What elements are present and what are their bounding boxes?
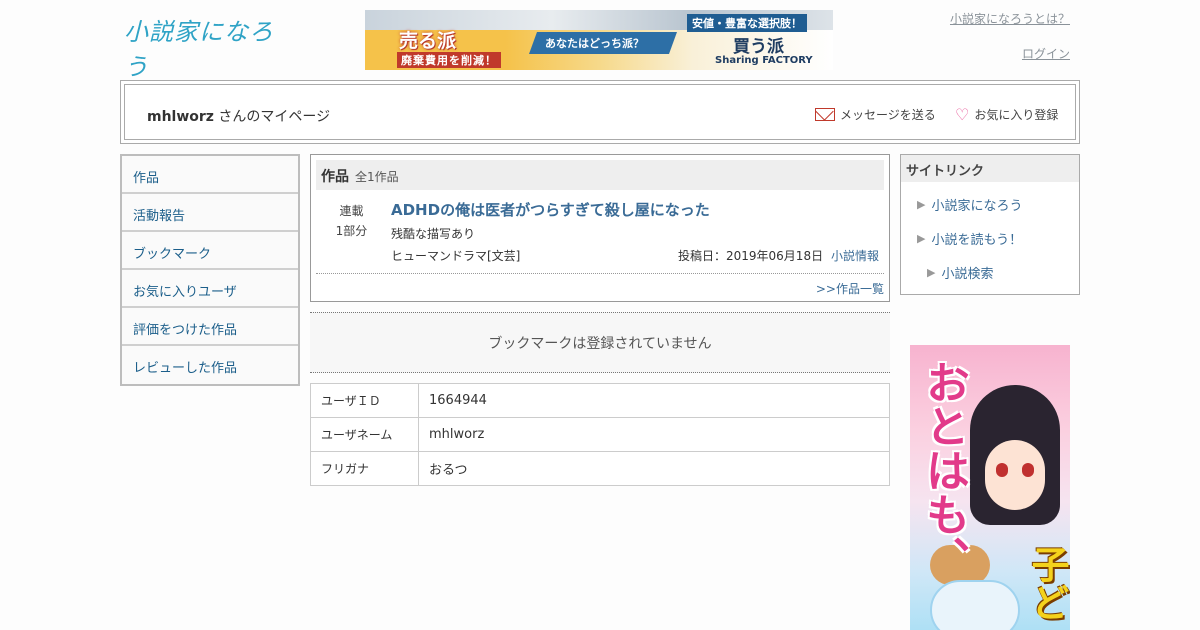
works-divider [316, 273, 884, 274]
user-bar: mhlworz さんのマイページ メッセージを送る ♡ お気に入り登録 [120, 80, 1080, 144]
ad-main-text: おとはも、 [918, 360, 969, 580]
triangle-right-icon: ▶ [927, 266, 936, 279]
menu-item-fav-users[interactable]: お気に入りユーザ [122, 270, 298, 308]
profile-key-username: ユーザネーム [310, 417, 419, 452]
sitelink-label: 小説検索 [941, 267, 994, 282]
send-message-button[interactable]: メッセージを送る [815, 106, 936, 123]
banner-brand: Sharing FACTORY [715, 55, 813, 66]
table-row: ユーザＩＤ 1664944 [310, 383, 890, 418]
menu-item-works[interactable]: 作品 [122, 156, 298, 194]
banner-sell-text: 売る派 [399, 30, 457, 52]
sitelink-search[interactable]: ▶ 小説検索 [927, 263, 993, 282]
login-link[interactable]: ログイン [1022, 45, 1070, 62]
user-menu: 作品 活動報告 ブックマーク お気に入りユーザ 評価をつけた作品 レビューした作… [120, 154, 300, 386]
sitelink-yomou[interactable]: ▶ 小説を読もう！ [917, 229, 1022, 248]
profile-value-user-id: 1664944 [418, 383, 890, 418]
ad-character-eye [996, 463, 1008, 477]
works-list-link[interactable]: >>作品一覧 [816, 280, 884, 297]
novel-info-link[interactable]: 小説情報 [831, 247, 879, 264]
work-posted-date: 投稿日：2019年06月18日 [678, 249, 824, 263]
menu-item-activity[interactable]: 活動報告 [122, 194, 298, 232]
triangle-right-icon: ▶ [917, 198, 926, 211]
about-link[interactable]: 小説家になろうとは？ [950, 10, 1070, 27]
mypage-suffix: さんのマイページ [218, 109, 331, 125]
bookmark-empty-message: ブックマークは登録されていません [488, 336, 712, 352]
sitelink-label: 小説を読もう！ [931, 233, 1023, 248]
work-genre: ヒューマンドラマ[文芸] [391, 249, 521, 263]
ad-character-face [985, 440, 1045, 510]
table-row: フリガナ おるつ [310, 451, 890, 486]
menu-item-bookmarks[interactable]: ブックマーク [122, 232, 298, 270]
mail-icon [815, 108, 835, 121]
series-info: 連載 1部分 [329, 201, 374, 241]
triangle-right-icon: ▶ [917, 232, 926, 245]
top-ad-banner[interactable]: 売る派 廃棄費用を削減！ あなたはどっち派？ 安値・豊富な選択肢！ 買う派 Sh… [365, 10, 833, 70]
site-logo-text: 小説家になろう [124, 18, 274, 81]
user-bar-inner: mhlworz さんのマイページ メッセージを送る ♡ お気に入り登録 [124, 84, 1076, 140]
send-message-label: メッセージを送る [840, 108, 936, 122]
series-parts: 1部分 [335, 224, 368, 238]
work-title-link[interactable]: ADHDの俺は医者がつらすぎて殺し屋になった [391, 199, 710, 220]
username: mhlworz [147, 109, 214, 125]
page-title: mhlworz さんのマイページ [147, 106, 330, 126]
add-favorite-button[interactable]: ♡ お気に入り登録 [955, 106, 1058, 123]
sitelink-label: 小説家になろう [931, 199, 1023, 214]
works-header: 作品 全1作品 [316, 160, 884, 190]
bookmark-empty-box: ブックマークは登録されていません [310, 312, 890, 373]
works-panel: 作品 全1作品 連載 1部分 ADHDの俺は医者がつらすぎて殺し屋になった 残酷な… [310, 154, 890, 302]
banner-cheap-text: 安値・豊富な選択肢！ [687, 14, 807, 32]
site-links-panel: サイトリンク ▶ 小説家になろう ▶ 小説を読もう！ ▶ 小説検索 [900, 154, 1080, 295]
ad-sub-text: 子ど [1025, 545, 1069, 621]
works-count: 全1作品 [355, 170, 399, 184]
side-ad-banner[interactable]: おとはも、 子ど [910, 345, 1070, 630]
profile-key-user-id: ユーザＩＤ [310, 383, 419, 418]
profile-key-furigana: フリガナ [310, 451, 419, 486]
profile-value-furigana: おるつ [418, 451, 890, 486]
site-logo[interactable]: 小説家になろう [124, 12, 284, 81]
sitelink-narou[interactable]: ▶ 小説家になろう [917, 195, 1022, 214]
banner-sell-sub: 廃棄費用を削減！ [397, 52, 501, 68]
menu-item-rated[interactable]: 評価をつけた作品 [122, 308, 298, 346]
ad-character-eye [1022, 463, 1034, 477]
table-row: ユーザネーム mhlworz [310, 417, 890, 452]
menu-item-reviewed[interactable]: レビューした作品 [122, 346, 298, 384]
work-warning: 残酷な描写あり [391, 227, 476, 241]
profile-table: ユーザＩＤ 1664944 ユーザネーム mhlworz フリガナ おるつ [310, 383, 890, 486]
heart-icon: ♡ [955, 104, 970, 124]
profile-value-username: mhlworz [418, 417, 890, 452]
works-heading: 作品 [321, 169, 349, 185]
banner-question: あなたはどっち派？ [545, 37, 644, 50]
banner-buy-text: 買う派 [733, 37, 784, 57]
add-favorite-label: お気に入り登録 [974, 108, 1059, 122]
site-links-heading: サイトリンク [901, 155, 1079, 182]
series-type: 連載 [339, 204, 364, 218]
